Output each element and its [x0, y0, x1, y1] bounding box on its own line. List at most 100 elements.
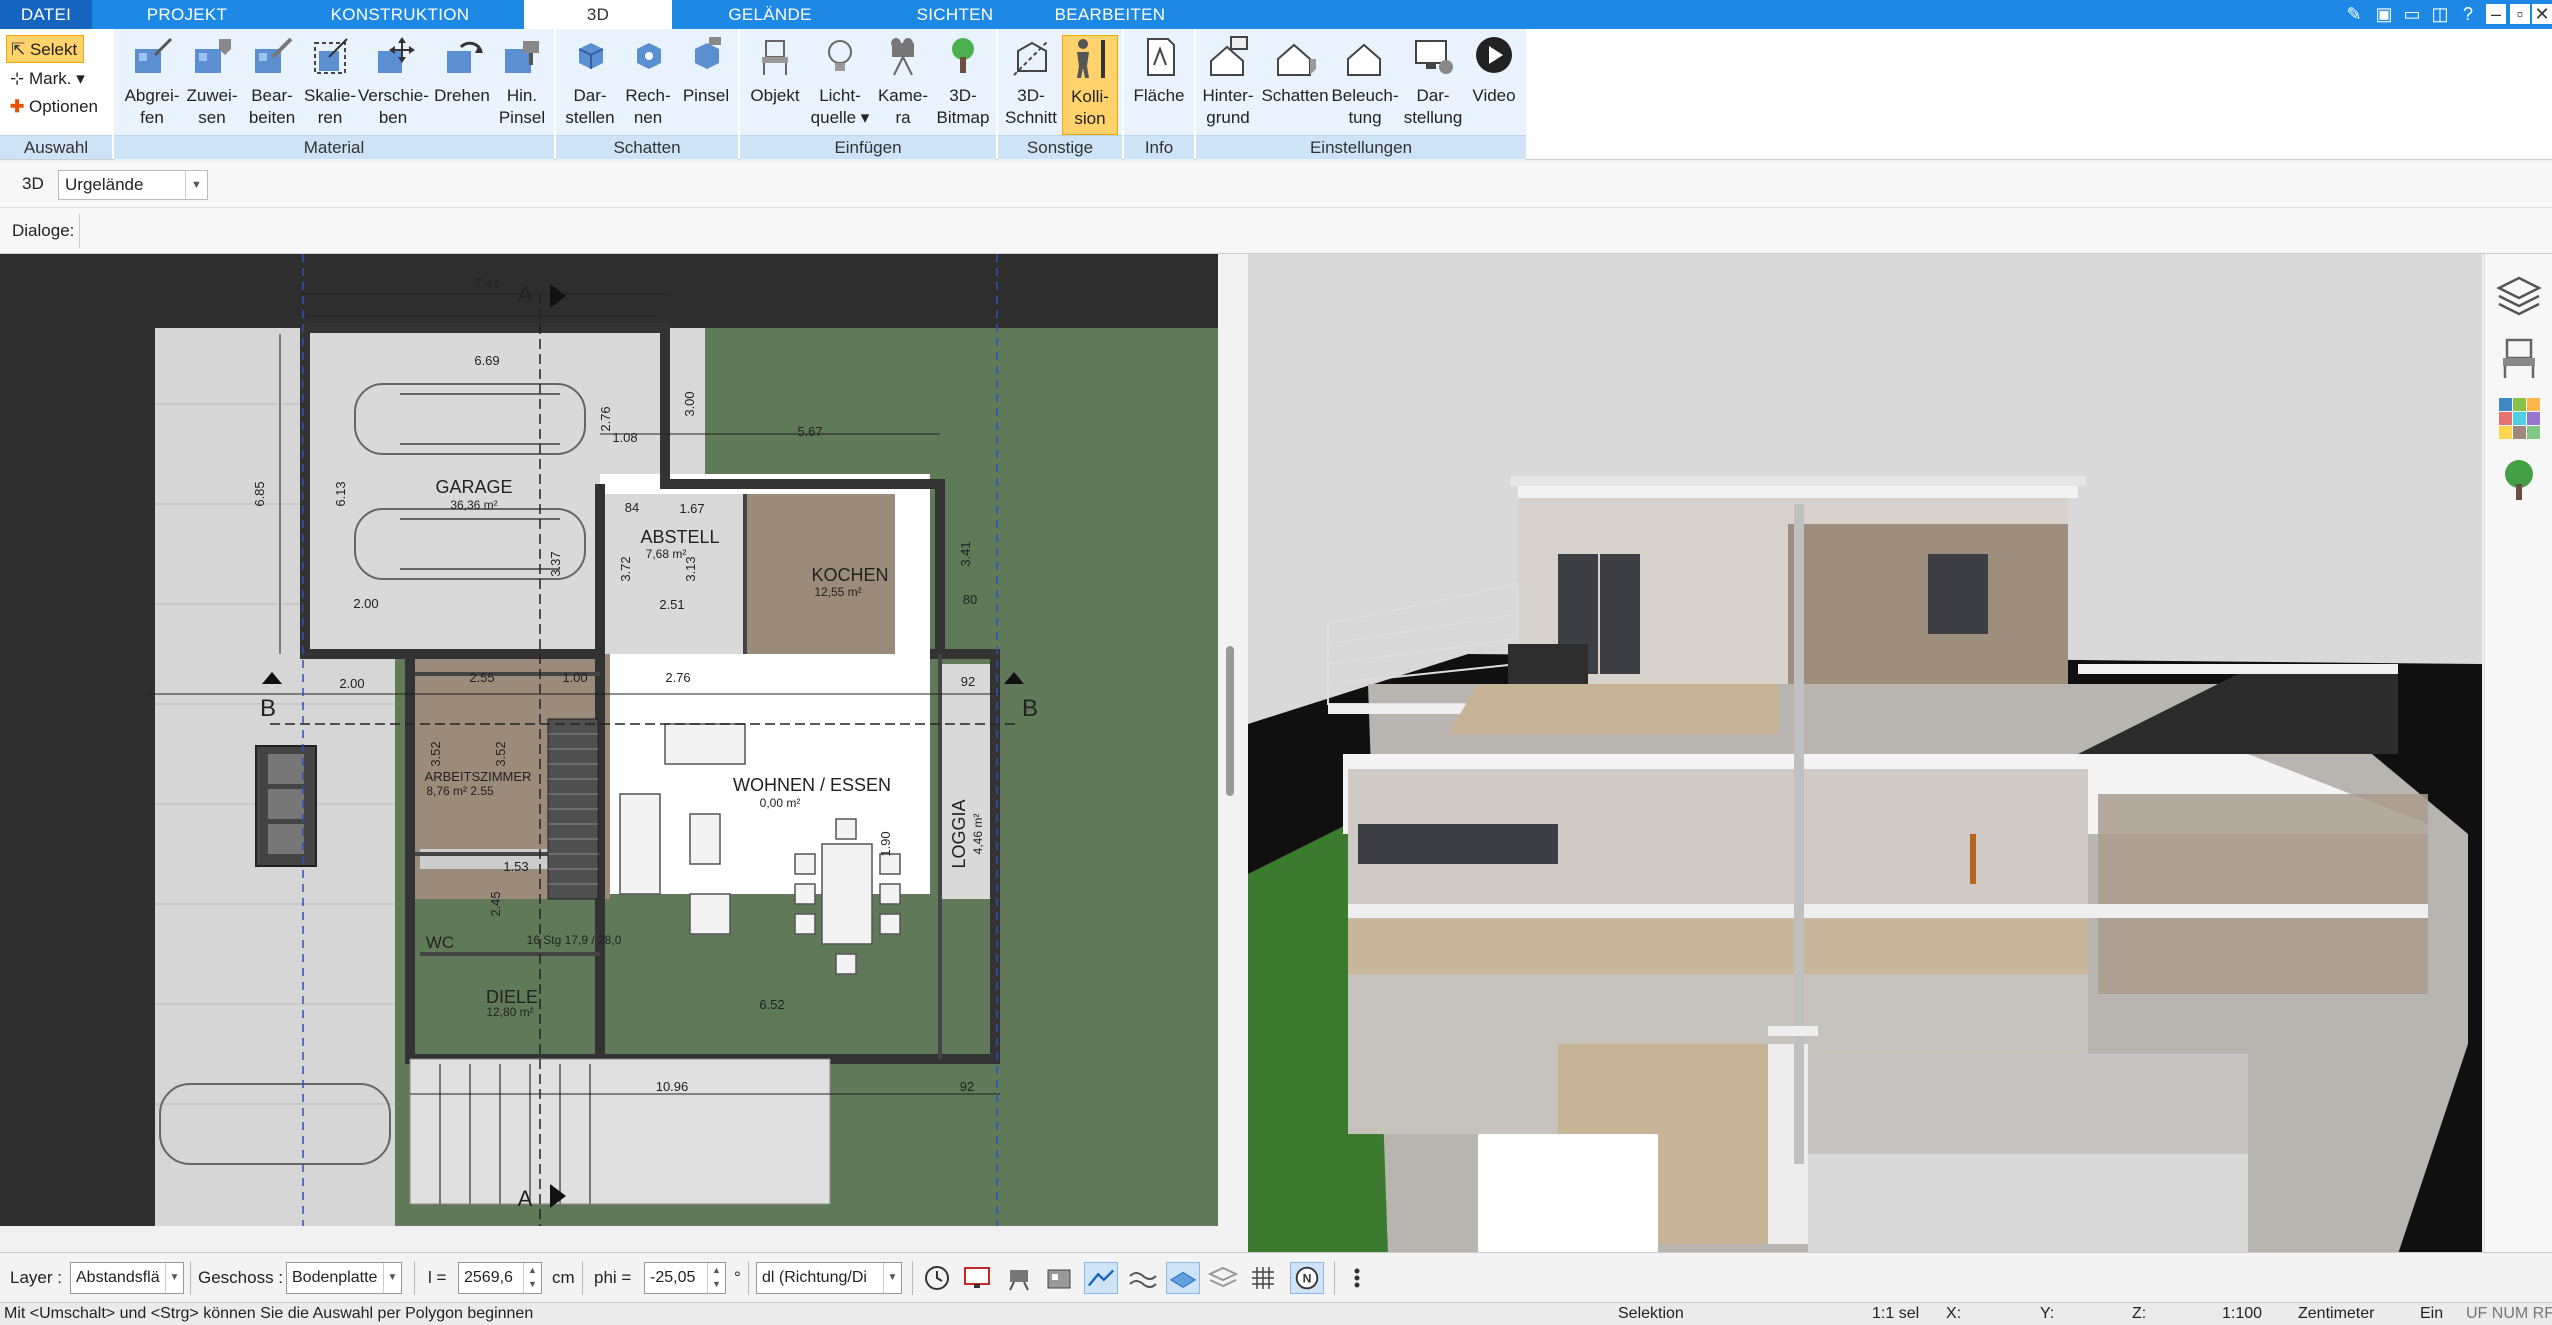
room-abstell-area: 7,68 m²: [646, 547, 687, 561]
terrain-view-icon[interactable]: [1084, 1262, 1118, 1294]
camera-path-icon[interactable]: [1002, 1262, 1036, 1294]
group-label-einstellungen: Einstellungen: [1196, 135, 1526, 159]
geschoss-select[interactable]: Bodenplatte ▼: [286, 1262, 402, 1294]
rechnen-button[interactable]: Rech-nen: [618, 35, 678, 135]
3d-bitmap-button[interactable]: 3D- Bitmap: [932, 35, 994, 135]
stepper-icon[interactable]: ▲ ▼: [523, 1263, 541, 1293]
mark-button[interactable]: ⊹ Mark. ▾: [6, 65, 85, 93]
chevron-down-icon: ▼: [185, 171, 207, 199]
assign-material-icon: [195, 39, 231, 73]
darstellen-button[interactable]: Dar-stellen: [560, 35, 620, 135]
help-icon[interactable]: ?: [2456, 2, 2480, 26]
flaeche-button[interactable]: Fläche: [1126, 35, 1192, 135]
darstellen-label-1: Dar-: [573, 86, 607, 105]
video-button[interactable]: Video: [1464, 35, 1524, 135]
pinsel-button[interactable]: Pinsel: [676, 35, 736, 135]
direction-mode-select[interactable]: dl (Richtung/Di ▼: [756, 1262, 902, 1294]
plane-icon[interactable]: [1166, 1262, 1200, 1294]
phi-label: phi =: [594, 1268, 632, 1287]
zuweisen-label-1: Zuwei-: [186, 86, 238, 105]
dim-text: 5.67: [797, 424, 822, 439]
3d-schnitt-button[interactable]: 3D- Schnitt: [1000, 35, 1062, 135]
tab-projekt[interactable]: PROJEKT: [112, 0, 262, 29]
materials-icon[interactable]: [2495, 394, 2543, 442]
lichtquelle-button[interactable]: Licht-quelle ▾: [808, 35, 872, 135]
terrain-select[interactable]: Urgelände ▼: [58, 170, 208, 200]
dim-text: 1.90: [878, 831, 893, 856]
bearbeiten-button[interactable]: Bear-beiten: [240, 35, 304, 135]
room-kochen-area: 12,55 m²: [814, 585, 861, 599]
layers-icon[interactable]: [2495, 272, 2543, 320]
monitor-icon[interactable]: [960, 1262, 994, 1294]
building-icon[interactable]: [1042, 1262, 1076, 1294]
hintergrund-button[interactable]: Hinter-grund: [1196, 35, 1260, 135]
dim-text: 6.69: [474, 353, 499, 368]
objekt-button[interactable]: Objekt: [744, 35, 806, 135]
verschieben-button[interactable]: Verschie-ben: [358, 35, 429, 135]
restore-icon[interactable]: ▫: [2510, 4, 2530, 24]
kamera-button[interactable]: Kame-ra: [872, 35, 934, 135]
abgreifen-button[interactable]: Abgrei-fen: [120, 35, 184, 135]
clock-icon[interactable]: [920, 1262, 954, 1294]
length-input[interactable]: 2569,6 ▲ ▼: [458, 1262, 542, 1294]
length-unit: cm: [552, 1268, 575, 1287]
minimize-icon[interactable]: –: [2486, 4, 2506, 24]
dim-text: 92: [960, 1079, 974, 1094]
layer-select[interactable]: Abstandsflä ▼: [70, 1262, 184, 1294]
selekt-button[interactable]: ⇱ Selekt: [6, 35, 84, 63]
window-icon[interactable]: ▭: [2400, 2, 2424, 26]
status-flags: UF NUM RF: [2466, 1305, 2552, 1322]
north-icon[interactable]: N: [1290, 1262, 1324, 1294]
tab-datei[interactable]: DATEI: [0, 0, 92, 29]
plants-tree-icon[interactable]: [2495, 456, 2543, 504]
dim-text: 2.45: [488, 891, 503, 916]
kamera-label-1: Kame-: [877, 86, 929, 105]
phi-input[interactable]: -25,05 ▲ ▼: [644, 1262, 726, 1294]
dim-text: 3.72: [618, 556, 633, 581]
floor-plan-view[interactable]: GARAGE 36,36 m² ABSTELL 7,68 m² KOCHEN 1…: [0, 254, 1218, 1226]
more-options-icon[interactable]: [1340, 1262, 1374, 1294]
layers-wave-icon[interactable]: [1206, 1262, 1240, 1294]
hintergrund-label-2: grund: [1206, 108, 1250, 127]
tab-3d[interactable]: 3D: [524, 0, 672, 29]
tab-konstruktion[interactable]: KONSTRUKTION: [300, 0, 500, 29]
tab-bearbeiten[interactable]: BEARBEITEN: [1040, 0, 1180, 29]
wave-icon[interactable]: [1126, 1262, 1160, 1294]
status-bar: Mit <Umschalt> und <Strg> können Sie die…: [0, 1302, 2552, 1325]
optionen-button[interactable]: ✚ Optionen: [6, 93, 98, 121]
tab-sichten[interactable]: SICHTEN: [880, 0, 1030, 29]
lichtquelle-label-1: Licht-: [819, 86, 861, 105]
layout-icon[interactable]: ◫: [2428, 2, 2452, 26]
tab-gelaende[interactable]: GELÄNDE: [690, 0, 850, 29]
hin-pinsel-label-2: Pinsel: [498, 108, 546, 127]
splitter-handle[interactable]: [1226, 646, 1234, 796]
beleuchtung-button[interactable]: Beleuch-tung: [1330, 35, 1400, 135]
rotate-icon: [447, 41, 483, 73]
hin-pinsel-button[interactable]: Hin. Pinsel: [490, 35, 554, 135]
room-garage-area: 36,36 m²: [450, 498, 497, 512]
darstellung-button[interactable]: Dar-stellung: [1400, 35, 1466, 135]
floor-plan-canvas[interactable]: GARAGE 36,36 m² ABSTELL 7,68 m² KOCHEN 1…: [0, 254, 1218, 1226]
tools-icon[interactable]: ✎: [2342, 2, 2366, 26]
kollision-button[interactable]: Kolli-sion: [1062, 35, 1118, 135]
chevron-down-icon: ▼: [383, 1263, 401, 1293]
3d-canvas[interactable]: [1248, 254, 2482, 1252]
stepper-icon[interactable]: ▲ ▼: [707, 1263, 725, 1293]
close-icon[interactable]: ✕: [2532, 4, 2552, 24]
skalieren-button[interactable]: Skalie-ren: [298, 35, 362, 135]
zuweisen-label-2: sen: [198, 108, 226, 127]
room-wc: WC: [426, 933, 454, 952]
3d-view[interactable]: [1248, 254, 2482, 1252]
furniture-icon[interactable]: [2495, 334, 2543, 382]
beleuchtung-label-1: Beleuch-: [1331, 86, 1399, 105]
zuweisen-button[interactable]: Zuwei-sen: [180, 35, 244, 135]
grid-icon[interactable]: [1246, 1262, 1280, 1294]
dim-text: 6.52: [759, 997, 784, 1012]
3d-bitmap-label-2: Bitmap: [936, 108, 990, 127]
view-splitter[interactable]: [1218, 254, 1248, 1226]
status-unit: Zentimeter: [2298, 1305, 2375, 1322]
dim-text: 3.52: [493, 741, 508, 766]
drehen-button[interactable]: Drehen: [428, 35, 496, 135]
clipboard-icon[interactable]: ▣: [2372, 2, 2396, 26]
schatten-settings-button[interactable]: Schatten: [1260, 35, 1330, 135]
